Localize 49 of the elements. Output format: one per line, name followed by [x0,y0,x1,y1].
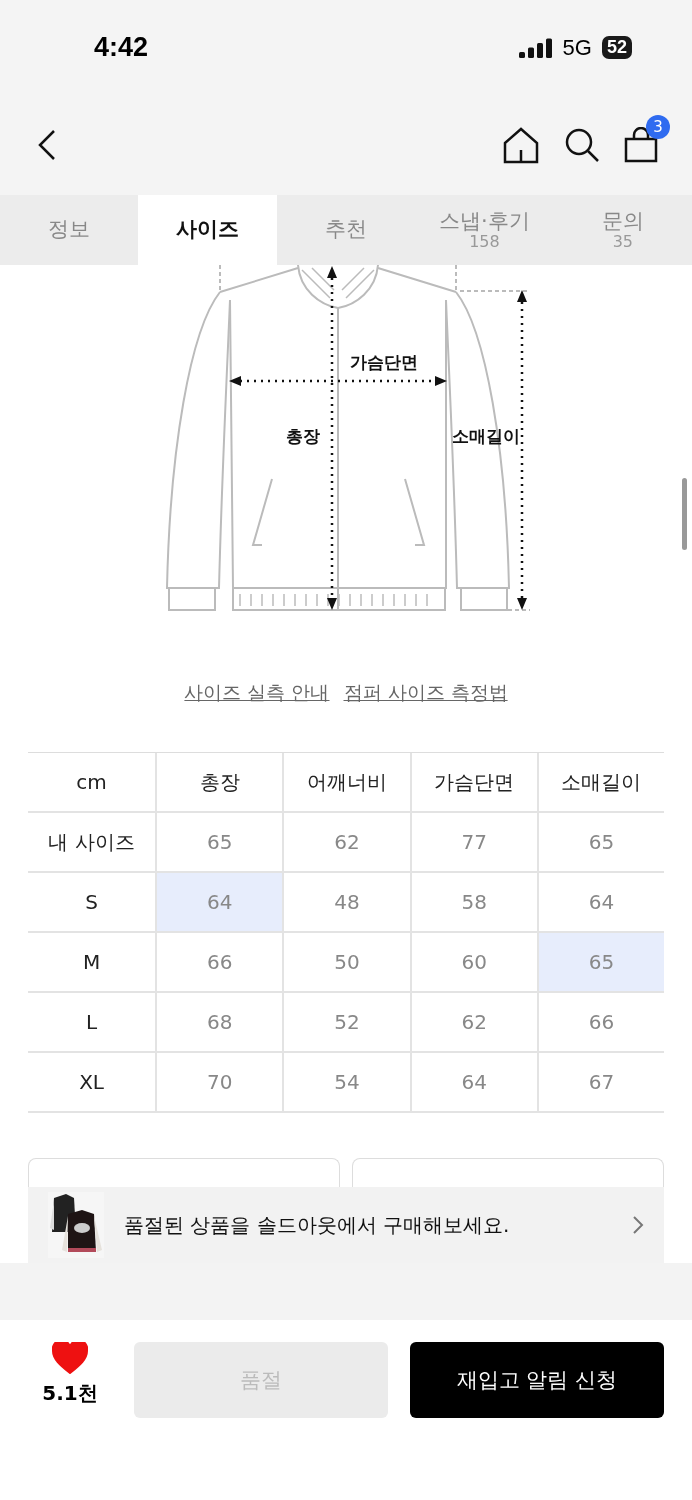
chevron-right-icon [632,1215,644,1235]
column-header: 가슴단면 [409,753,537,813]
table-cell: 52 [282,993,410,1053]
section-tab[interactable]: 추천 [276,195,416,265]
banner-text: 품절된 상품을 솔드아웃에서 구매해보세요. [124,1211,511,1239]
table-cell: 48 [282,873,410,933]
network-label: 5G [562,34,592,61]
cart-count-badge: 3 [646,115,670,139]
table-cell: 68 [155,993,283,1053]
table-cell: 64 [409,1053,537,1113]
table-cell: 58 [409,873,537,933]
table-cell: 66 [536,993,664,1053]
scrollbar [682,478,687,550]
table-cell: 60 [409,933,537,993]
table-cell: 67 [536,1053,664,1113]
guide-link[interactable]: 사이즈 실측 안내 [184,680,330,706]
guide-link[interactable]: 점퍼 사이즈 측정법 [343,680,508,706]
table-cell: 64 [155,873,283,933]
table-cell: 54 [282,1053,410,1113]
length-label: 총장 [286,426,320,446]
column-header: 총장 [155,753,283,813]
table-cell: 66 [155,933,283,993]
sleeve-label: 소매길이 [452,426,520,446]
table-cell: 65 [155,813,283,873]
section-tab[interactable]: 사이즈 [138,195,277,265]
back-button[interactable] [36,128,58,162]
status-time: 4:42 [94,32,149,63]
table-cell: 65 [536,813,664,873]
heart-icon[interactable] [52,1342,88,1374]
section-tab[interactable]: 정보 [0,195,139,265]
signal-icon [518,37,553,58]
soldout-banner[interactable]: 품절된 상품을 솔드아웃에서 구매해보세요. [28,1187,664,1263]
table-cell: 50 [282,933,410,993]
table-cell: 65 [536,933,664,993]
section-tab[interactable]: 문의 35 [553,195,692,265]
like-count: 5.1천 [42,1380,98,1407]
table-cell: 62 [409,993,537,1053]
table-cell: 70 [155,1053,283,1113]
table-cell: 77 [409,813,537,873]
chest-label: 가슴단면 [350,352,418,372]
table-cell: 62 [282,813,410,873]
search-icon[interactable] [564,127,600,163]
battery-level: 52 [601,36,632,59]
section-tab[interactable]: 스냅·후기 158 [415,195,554,265]
table-cell: 64 [536,873,664,933]
home-icon[interactable] [502,126,540,164]
column-header: 소매길이 [536,753,664,813]
column-header: 어깨너비 [282,753,410,813]
restock-button[interactable]: 재입고 알림 신청 [410,1342,664,1418]
